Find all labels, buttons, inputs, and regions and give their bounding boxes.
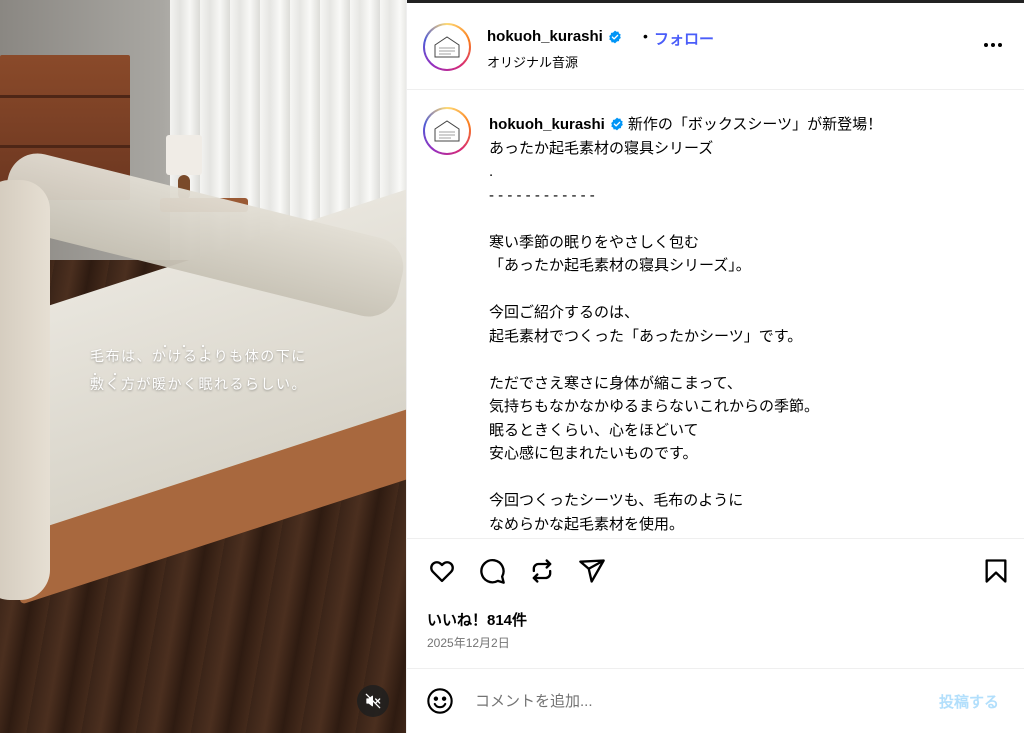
bookmark-icon	[985, 559, 1007, 583]
post-comment-button[interactable]: 投稿する	[939, 691, 999, 712]
verified-badge-icon	[609, 30, 621, 44]
emphasis-dots: ・・・	[160, 342, 217, 353]
comment-icon	[480, 559, 505, 584]
verified-badge-icon	[611, 117, 623, 131]
audio-label[interactable]: オリジナル音源	[487, 52, 578, 71]
post-date[interactable]: 2025年12月2日	[427, 634, 510, 651]
heart-icon	[430, 561, 454, 583]
repost-button[interactable]	[527, 556, 557, 586]
share-button[interactable]	[577, 556, 607, 586]
caption-area[interactable]: hokuoh_kurashi 新作の「ボックスシーツ」が新登場！ あったか起毛素材…	[407, 91, 1024, 539]
likes-count[interactable]: いいね！814件	[427, 609, 527, 630]
video-person	[0, 180, 50, 600]
comment-bar: 投稿する	[407, 668, 1024, 733]
caption-username[interactable]: hokuoh_kurashi	[489, 116, 605, 133]
mute-button[interactable]	[357, 685, 389, 717]
caption-avatar[interactable]	[423, 107, 471, 155]
reel-video[interactable]: ・・・ 毛布は、かけるよりも体の下に ・・ 敷く方が暖かく眠れるらしい。	[0, 0, 406, 733]
emoji-icon	[427, 688, 453, 714]
post-header: hokuoh_kurashi • フォロー オリジナル音源	[407, 3, 1024, 90]
emoji-button[interactable]	[425, 686, 455, 716]
caption-text: hokuoh_kurashi 新作の「ボックスシーツ」が新登場！ あったか起毛素材…	[489, 113, 989, 536]
comment-input[interactable]	[475, 689, 915, 713]
comment-button[interactable]	[477, 556, 507, 586]
caption-body: 新作の「ボックスシーツ」が新登場！ あったか起毛素材の寝具シリーズ . - - …	[489, 116, 883, 533]
speaker-muted-icon	[365, 693, 381, 709]
follow-button[interactable]: フォロー	[654, 28, 714, 49]
more-options-icon	[984, 43, 988, 47]
username[interactable]: hokuoh_kurashi	[487, 28, 603, 45]
video-lamp	[166, 135, 202, 175]
more-options-button[interactable]	[979, 31, 1007, 59]
repost-icon	[532, 559, 552, 583]
like-button[interactable]	[427, 556, 457, 586]
house-logo-icon	[434, 120, 460, 142]
house-logo-icon	[434, 36, 460, 58]
post-panel: hokuoh_kurashi • フォロー オリジナル音源 hokuoh_kur…	[406, 0, 1024, 733]
share-icon	[579, 559, 605, 583]
video-overlay-caption: ・・・ 毛布は、かけるよりも体の下に ・・ 敷く方が暖かく眠れるらしい。	[90, 342, 307, 398]
avatar[interactable]	[423, 23, 471, 71]
emphasis-dots: ・・	[90, 370, 130, 381]
separator-dot: •	[643, 28, 648, 44]
action-bar	[407, 552, 1024, 592]
save-button[interactable]	[981, 556, 1011, 586]
